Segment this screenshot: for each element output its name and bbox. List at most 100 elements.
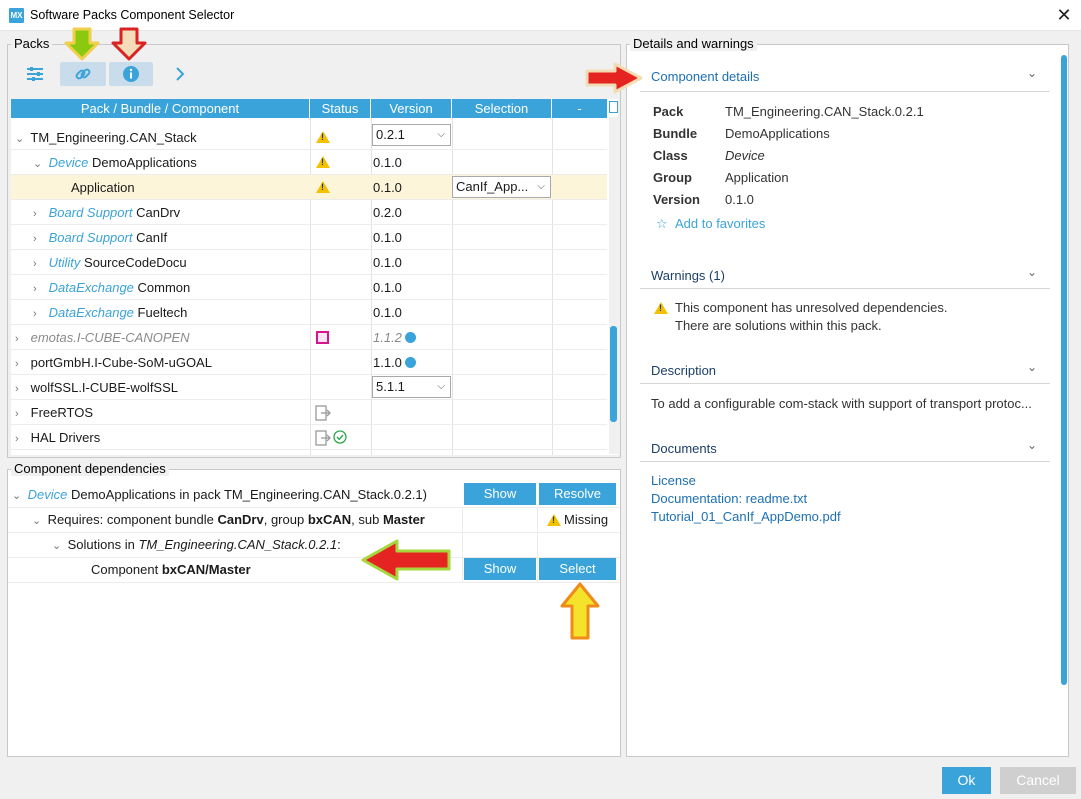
tree-row-wolfssl[interactable]: › wolfSSL.I-CUBE-wolfSSL 5.1.1 ⌵ xyxy=(11,375,607,400)
warnings-title[interactable]: Warnings (1) xyxy=(651,268,725,283)
tree-row-emotas[interactable]: › emotas.I-CUBE-CANOPEN 1.1.2 xyxy=(11,325,607,350)
details-scrollbar-thumb[interactable] xyxy=(1061,55,1067,685)
warning-icon xyxy=(547,514,561,526)
chevron-right-icon[interactable]: › xyxy=(33,302,45,327)
close-icon[interactable]: ✕ xyxy=(1052,3,1076,27)
chevron-down-icon[interactable]: ⌄ xyxy=(1027,438,1037,452)
version-value: 0.1.0 xyxy=(725,192,754,207)
chevron-right-icon[interactable]: › xyxy=(15,377,27,402)
version-value: 1.1.0 xyxy=(373,355,402,370)
details-info-button[interactable] xyxy=(109,62,153,86)
divider xyxy=(537,507,538,582)
chevron-right-icon[interactable]: › xyxy=(33,277,45,302)
chevron-down-icon[interactable]: ⌄ xyxy=(33,152,45,177)
col-header-extra[interactable]: - xyxy=(552,99,608,118)
col-header-selection[interactable]: Selection xyxy=(452,99,552,118)
show-solution-button[interactable]: Show xyxy=(464,558,536,580)
divider xyxy=(8,532,620,533)
chevron-right-icon[interactable]: › xyxy=(15,402,27,427)
tree-row-application[interactable]: Application 0.1.0 CanIf_App... ⌵ xyxy=(11,175,607,200)
details-group-label: Details and warnings xyxy=(630,36,757,51)
chevron-down-icon: ⌵ xyxy=(437,381,445,392)
annotation-arrow-right-red xyxy=(585,62,643,94)
description-title[interactable]: Description xyxy=(651,363,716,378)
bundle-value: DemoApplications xyxy=(725,126,830,141)
divider xyxy=(8,557,620,558)
dep-row-requires[interactable]: ⌄ Requires: component bundle CanDrv, gro… xyxy=(32,507,462,532)
chevron-down-icon[interactable]: ⌄ xyxy=(1027,360,1037,374)
requires-sep: , group xyxy=(263,512,308,527)
add-to-favorites-link[interactable]: Add to favorites xyxy=(675,216,765,231)
warning-icon xyxy=(316,181,330,193)
column-config-icon[interactable] xyxy=(609,101,618,113)
ok-button[interactable]: Ok xyxy=(942,767,991,794)
section-divider xyxy=(640,461,1050,462)
tree-row-common[interactable]: › DataExchange Common 0.1.0 xyxy=(11,275,607,300)
chevron-right-icon[interactable]: › xyxy=(15,327,27,352)
class-label: Class xyxy=(653,148,688,163)
component-name: Application xyxy=(71,180,135,195)
chevron-down-icon: ⌵ xyxy=(437,129,445,140)
pack-name: HAL Drivers xyxy=(30,430,101,445)
export-icon xyxy=(315,430,331,446)
packs-scrollbar-thumb[interactable] xyxy=(610,326,617,422)
chevron-right-icon[interactable]: › xyxy=(33,227,45,252)
chevron-down-icon[interactable]: ⌄ xyxy=(15,127,27,152)
version-select[interactable]: 5.1.1 ⌵ xyxy=(372,376,451,398)
select-button[interactable]: Select xyxy=(539,558,616,580)
pack-name: emotas.I-CUBE-CANOPEN xyxy=(30,330,190,345)
expand-right-button[interactable] xyxy=(170,62,190,86)
annotation-arrow-down-green xyxy=(64,27,100,61)
chevron-down-icon[interactable]: ⌄ xyxy=(1027,265,1037,279)
doc-link-license[interactable]: License xyxy=(651,473,696,488)
version-value: 0.2.0 xyxy=(373,205,402,220)
filter-settings-button[interactable] xyxy=(19,62,51,86)
check-circle-icon xyxy=(333,430,347,444)
pack-value: TM_Engineering.CAN_Stack.0.2.1 xyxy=(725,104,924,119)
doc-link-readme[interactable]: Documentation: readme.txt xyxy=(651,491,807,506)
warning-line-2: There are solutions within this pack. xyxy=(675,318,882,333)
chevron-right-icon[interactable]: › xyxy=(15,352,27,377)
chevron-right-icon[interactable]: › xyxy=(15,427,27,452)
tree-row-candrv[interactable]: › Board Support CanDrv 0.2.0 xyxy=(11,200,607,225)
chevron-right-icon[interactable]: › xyxy=(33,252,45,277)
tree-row-fueltech[interactable]: › DataExchange Fueltech 0.1.0 xyxy=(11,300,607,325)
chevron-right-icon[interactable]: › xyxy=(33,202,45,227)
requires-prefix: Requires: component bundle xyxy=(47,512,218,527)
solution-component: bxCAN/Master xyxy=(161,562,251,577)
documents-title[interactable]: Documents xyxy=(651,441,717,456)
version-value: 0.2.1 xyxy=(376,127,405,142)
version-select[interactable]: 0.2.1 ⌵ xyxy=(372,124,451,146)
requires-group: bxCAN xyxy=(307,512,352,527)
selection-select[interactable]: CanIf_App... ⌵ xyxy=(452,176,551,198)
tree-row-demo-applications[interactable]: ⌄ Device DemoApplications 0.1.0 xyxy=(11,150,607,175)
col-header-name[interactable]: Pack / Bundle / Component xyxy=(11,99,310,118)
tree-row-freertos[interactable]: › FreeRTOS xyxy=(11,400,607,425)
star-icon[interactable]: ☆ xyxy=(656,216,668,232)
show-button[interactable]: Show xyxy=(464,483,536,505)
warning-icon xyxy=(316,131,330,143)
resolve-button[interactable]: Resolve xyxy=(539,483,616,505)
tree-row-hal-drivers[interactable]: › HAL Drivers xyxy=(11,425,607,450)
solution-prefix: Component xyxy=(91,562,162,577)
tree-row-canif[interactable]: › Board Support CanIf 0.1.0 xyxy=(11,225,607,250)
version-value: 0.1.0 xyxy=(373,280,402,295)
chevron-down-icon[interactable]: ⌄ xyxy=(1027,66,1037,80)
chevron-down-icon[interactable]: ⌄ xyxy=(12,484,24,509)
cancel-button[interactable]: Cancel xyxy=(1000,767,1076,794)
tree-row-portgmbh[interactable]: › portGmbH.I-Cube-SoM-uGOAL 1.1.0 xyxy=(11,350,607,375)
requires-sep: , sub xyxy=(351,512,383,527)
component-details-title[interactable]: Component details xyxy=(651,69,759,84)
col-header-version[interactable]: Version xyxy=(371,99,452,118)
tree-row-sourcecodedocu[interactable]: › Utility SourceCodeDocu 0.1.0 xyxy=(11,250,607,275)
version-value: 5.1.1 xyxy=(376,379,405,394)
doc-link-tutorial[interactable]: Tutorial_01_CanIf_AppDemo.pdf xyxy=(651,509,841,524)
dependency-link-button[interactable] xyxy=(60,62,106,86)
chevron-down-icon[interactable]: ⌄ xyxy=(32,509,44,534)
col-header-status[interactable]: Status xyxy=(310,99,371,118)
chevron-down-icon[interactable]: ⌄ xyxy=(52,534,64,559)
dep-row-component[interactable]: ⌄ Device DemoApplications in pack TM_Eng… xyxy=(12,482,462,507)
dependencies-group-label: Component dependencies xyxy=(11,461,169,476)
tree-row-tm-engineering[interactable]: ⌄ TM_Engineering.CAN_Stack 0.2.1 ⌵ xyxy=(11,124,607,152)
component-class: Utility xyxy=(48,255,81,270)
